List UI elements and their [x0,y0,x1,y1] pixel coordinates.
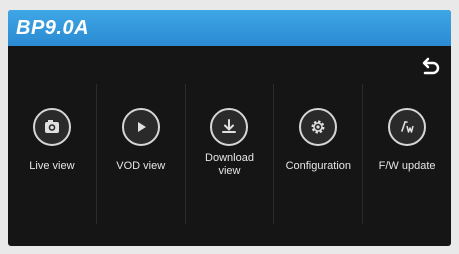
download-icon [210,108,249,146]
menu-item-vod-view[interactable]: VOD view [95,84,185,224]
vod-view-label: VOD view [116,160,166,172]
main-menu: Live view VOD view Download view Configu… [8,84,451,224]
play-icon [121,108,160,146]
menu-item-download-view[interactable]: Download view [184,84,274,224]
device-screen: BP9.0A Live view VOD view Download view … [8,10,451,246]
title-bar: BP9.0A [8,10,451,46]
menu-item-live-view[interactable]: Live view [8,84,96,224]
live-view-label: Live view [29,160,75,172]
menu-item-fw-update[interactable]: F/W update [362,84,451,224]
camera-icon [32,108,71,146]
gear-icon [299,108,338,146]
back-button[interactable] [419,56,441,78]
download-view-label: Download view [205,152,254,177]
fw-update-label: F/W update [378,160,436,172]
back-arrow-icon [422,57,440,75]
app-title: BP9.0A [16,17,90,39]
firmware-update-icon [388,108,427,146]
configuration-label: Configuration [285,160,351,172]
menu-item-configuration[interactable]: Configuration [273,84,362,224]
